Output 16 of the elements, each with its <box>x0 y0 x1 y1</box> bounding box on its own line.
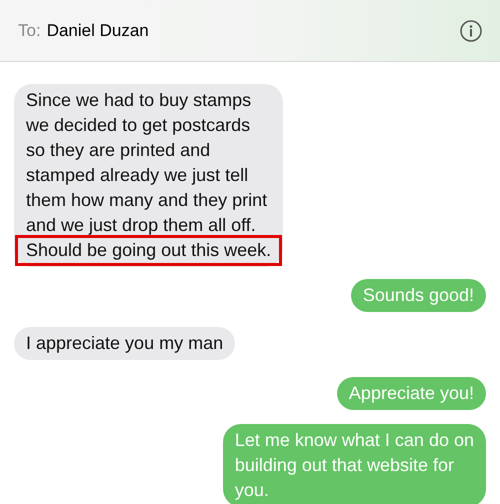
message-line: Appreciate you! <box>348 382 474 405</box>
message-line: them how many and they print <box>26 189 268 212</box>
message-line: Let me know what I can do on <box>234 429 474 452</box>
message-line: we decided to get postcards <box>26 114 252 137</box>
message-line: building out that website for <box>234 454 455 477</box>
message-line: you. <box>234 479 270 502</box>
message-line: Since we had to buy stamps <box>26 89 252 112</box>
message-line: stamped already we just tell <box>26 164 250 187</box>
recipient-name[interactable]: Daniel Duzan <box>46 18 149 44</box>
message-line: so they are printed and <box>26 139 212 162</box>
message-line: Sounds good! <box>362 284 474 307</box>
info-icon[interactable] <box>460 20 482 42</box>
message-line: and we just drop them all off. <box>26 214 257 237</box>
to-label: To: <box>18 20 41 42</box>
message-line: I appreciate you my man <box>26 332 224 355</box>
highlighted-line: Should be going out this week. <box>18 238 280 263</box>
